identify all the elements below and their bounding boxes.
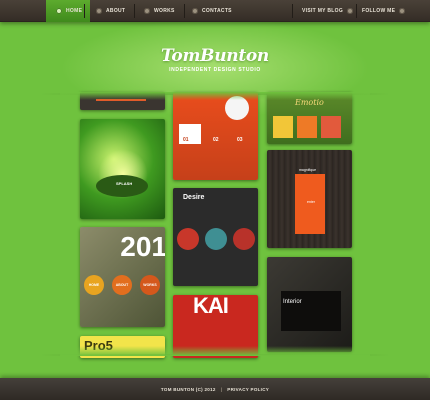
leaf-icon: [399, 8, 406, 14]
portfolio-tile-wood[interactable]: magnifique enter: [267, 150, 352, 248]
leaf-circle-home: HOME: [84, 275, 104, 295]
leaf-big-number: 201: [120, 231, 165, 262]
nav-divider: [356, 4, 357, 18]
desire-title: Desire: [183, 194, 205, 201]
nav-works[interactable]: Works: [144, 0, 175, 22]
orange-number-1: 01: [183, 137, 189, 143]
portfolio-tile-green-splash[interactable]: SPLASH: [80, 119, 165, 219]
blog-icon: [347, 8, 354, 14]
emotion-block-red: [321, 116, 341, 138]
gallery-top-fade: [60, 92, 370, 100]
gallery-bottom-fade: [60, 346, 370, 356]
person-icon: [96, 8, 102, 14]
portfolio-tile-leaf[interactable]: 201 HOME ABOUT WORKS: [80, 227, 165, 327]
footer-privacy-link[interactable]: PRIVACY POLICY: [227, 387, 269, 392]
top-navigation-bar: Home About Works Contacts Visit my blog …: [0, 0, 430, 22]
footer-separator: |: [220, 386, 223, 392]
wood-orange-panel: [295, 174, 325, 234]
splash-label: SPLASH: [116, 181, 133, 186]
splash-blob: [96, 175, 148, 197]
home-icon: [56, 8, 62, 14]
nav-blog-label: Visit my blog: [302, 8, 344, 14]
nav-visit-blog[interactable]: Visit my blog: [302, 0, 354, 22]
portfolio-tile-interior[interactable]: Interior: [267, 257, 352, 352]
envelope-icon: [192, 8, 198, 14]
nav-about-label: About: [106, 8, 126, 14]
nav-follow-me[interactable]: Follow me: [362, 0, 406, 22]
nav-contacts[interactable]: Contacts: [192, 0, 232, 22]
site-tagline: Independent design studio: [169, 67, 261, 73]
emotion-block-yellow: [273, 116, 293, 138]
footer-bar: TOM BUNTON (C) 2012 | PRIVACY POLICY: [0, 378, 430, 400]
interior-label: Interior: [283, 299, 302, 305]
wood-enter-label: enter: [307, 200, 315, 204]
orange-number-2: 02: [213, 137, 219, 143]
footer-copyright: TOM BUNTON (C) 2012: [160, 386, 216, 392]
nav-divider: [184, 4, 185, 18]
interior-screen: [281, 291, 341, 331]
nav-contacts-label: Contacts: [202, 8, 232, 14]
nav-home-label: Home: [66, 8, 83, 14]
leaf-circle-works: WORKS: [140, 275, 160, 295]
nav-divider: [292, 4, 293, 18]
desire-circle-teal: [205, 228, 227, 250]
orange-number-3: 03: [237, 137, 243, 143]
desire-circle-red: [177, 228, 199, 250]
desire-circle-dark-red: [233, 228, 255, 250]
nav-about[interactable]: About: [96, 0, 125, 22]
nav-divider: [134, 4, 135, 18]
portfolio-tile-orange[interactable]: 01 02 03: [173, 92, 258, 180]
wood-brand-label: magnifique: [299, 168, 317, 172]
leaf-circle-about: ABOUT: [112, 275, 132, 295]
portfolio-tile-desire[interactable]: Desire: [173, 188, 258, 286]
pencil-icon: [144, 8, 150, 14]
emotion-block-orange: [297, 116, 317, 138]
red-tile-word: KAI: [193, 295, 229, 318]
nav-works-label: Works: [154, 8, 175, 14]
site-logo[interactable]: TomBunton: [0, 46, 430, 66]
nav-divider: [84, 4, 85, 18]
nav-follow-label: Follow me: [362, 8, 396, 14]
